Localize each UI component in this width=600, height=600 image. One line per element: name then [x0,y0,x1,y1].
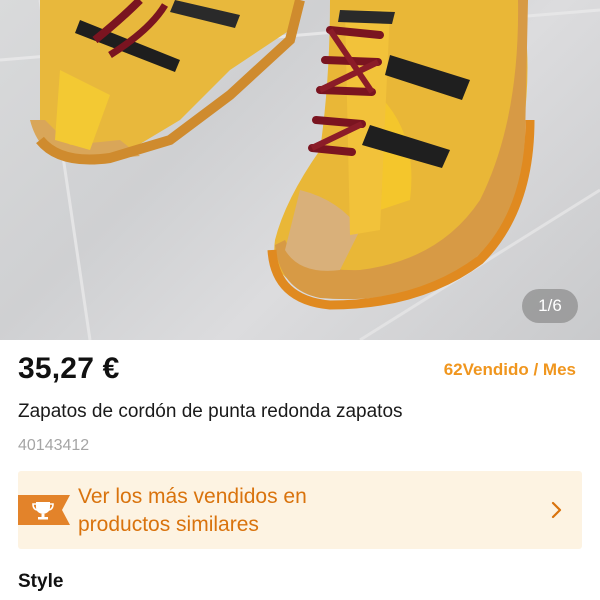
chevron-right-icon [551,501,562,519]
trophy-icon [18,495,70,525]
style-section-title: Style [18,571,64,592]
bestsellers-banner[interactable]: Ver los más vendidos en productos simila… [18,471,582,549]
product-title: Zapatos de cordón de punta redonda zapat… [18,401,403,422]
monthly-sales-count: 62 [443,360,463,379]
product-sku: 40143412 [18,437,90,454]
bestsellers-banner-text: Ver los más vendidos en productos simila… [78,483,498,539]
product-image-gallery[interactable]: 1/6 [0,0,600,340]
product-photo [0,0,600,340]
product-price: 35,27 € [18,352,120,385]
image-page-indicator: 1/6 [522,289,578,323]
product-page: 1/6 35,27 € 62Vendido / Mes Zapatos de c… [0,0,600,600]
bestsellers-banner-line2: productos similares [78,513,259,536]
image-page-indicator-text: 1/6 [538,296,562,315]
monthly-sales: 62Vendido / Mes [444,360,576,380]
bestsellers-banner-line1: Ver los más vendidos en [78,485,307,508]
left-shoe-illustration [30,0,305,165]
monthly-sales-label: Vendido / Mes [462,360,576,379]
